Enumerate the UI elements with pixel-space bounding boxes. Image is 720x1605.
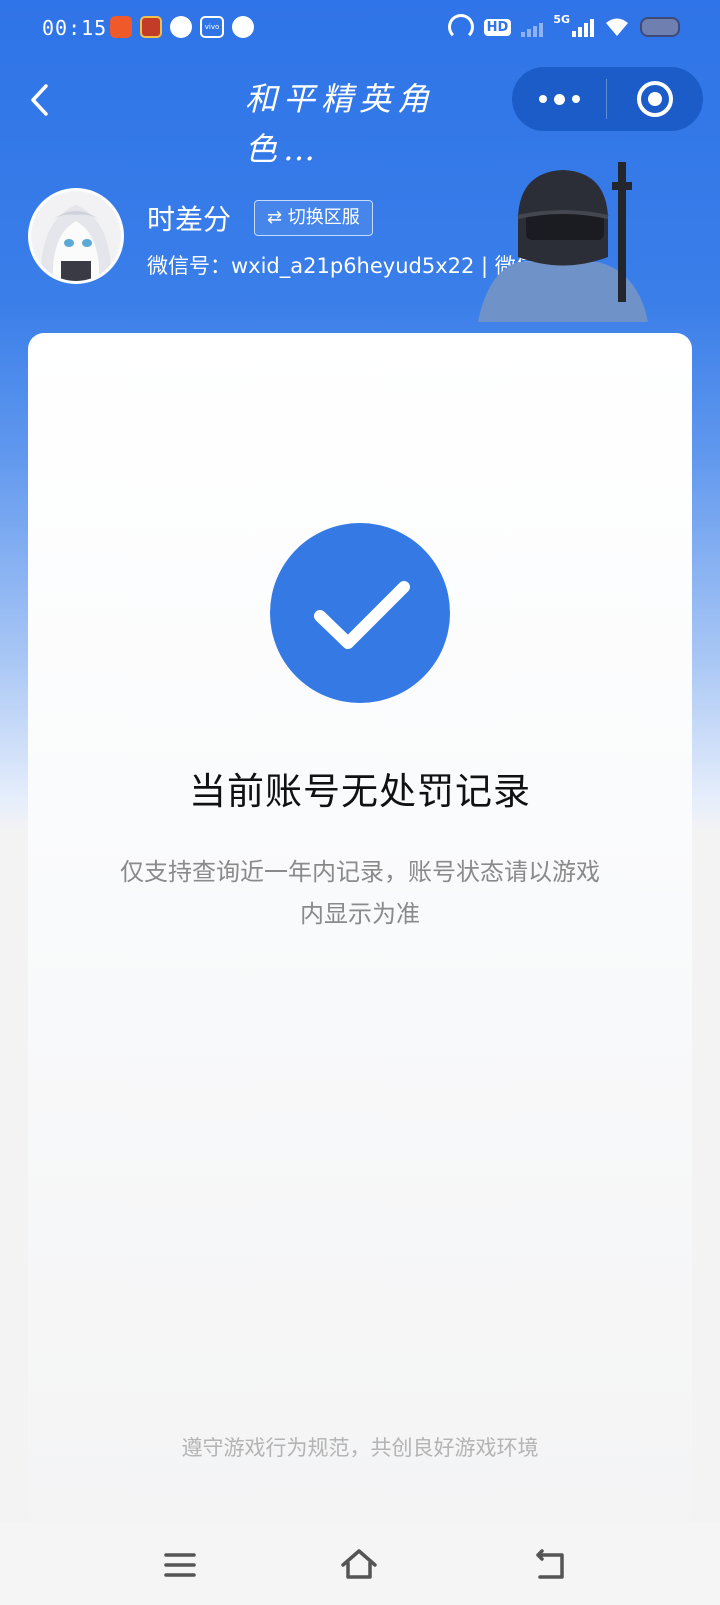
soldier-helmet-illustration	[478, 162, 648, 322]
network-type-label: 5G	[553, 12, 570, 26]
system-navigation-bar	[0, 1523, 720, 1605]
target-close-icon	[637, 81, 673, 117]
page-title: 和平精英角色…	[245, 80, 436, 168]
avatar	[28, 188, 124, 284]
back-button[interactable]	[26, 80, 56, 120]
hd-icon: HD	[483, 18, 512, 36]
close-miniprogram-button[interactable]	[607, 67, 703, 131]
status-time: 00:15	[42, 16, 108, 40]
signal-sim2-icon	[521, 17, 544, 37]
switch-server-button[interactable]: ⇄ 切换区服	[254, 200, 373, 236]
result-title: 当前账号无处罚记录	[189, 770, 531, 813]
result-description: 仅支持查询近一年内记录，账号状态请以游戏内显示为准	[120, 858, 600, 928]
battery-icon	[640, 17, 680, 37]
success-check-icon	[270, 523, 450, 703]
status-indicators: HD 5G	[447, 12, 680, 40]
game-notification-icon	[140, 16, 162, 38]
signal-sim1-icon	[572, 17, 594, 37]
system-back-icon[interactable]	[528, 1543, 572, 1587]
wifi-icon	[606, 18, 628, 36]
speed-icon	[447, 14, 474, 40]
more-dot-icon	[538, 95, 547, 103]
menu-icon[interactable]	[158, 1543, 202, 1587]
anime-avatar-icon	[31, 191, 121, 281]
home-icon[interactable]	[337, 1543, 381, 1587]
more-dot-icon	[571, 95, 580, 103]
more-dot-icon	[553, 93, 565, 105]
chat-bubble-icon	[232, 16, 254, 38]
status-app-icons: vivo	[110, 16, 254, 38]
more-button[interactable]	[512, 67, 606, 131]
status-bar: 00:15 vivo HD 5G	[0, 0, 720, 56]
result-card: 当前账号无处罚记录 仅支持查询近一年内记录，账号状态请以游戏内显示为准	[28, 333, 692, 1523]
footer-slogan: 遵守游戏行为规范，共创良好游戏环境	[181, 1436, 539, 1460]
username: 时差分	[147, 203, 232, 236]
miniprogram-capsule	[512, 67, 703, 131]
vivo-app-icon: vivo	[200, 16, 224, 38]
app-notification-icon	[110, 16, 132, 38]
link-app-icon	[170, 16, 192, 38]
chevron-left-icon	[31, 84, 48, 116]
